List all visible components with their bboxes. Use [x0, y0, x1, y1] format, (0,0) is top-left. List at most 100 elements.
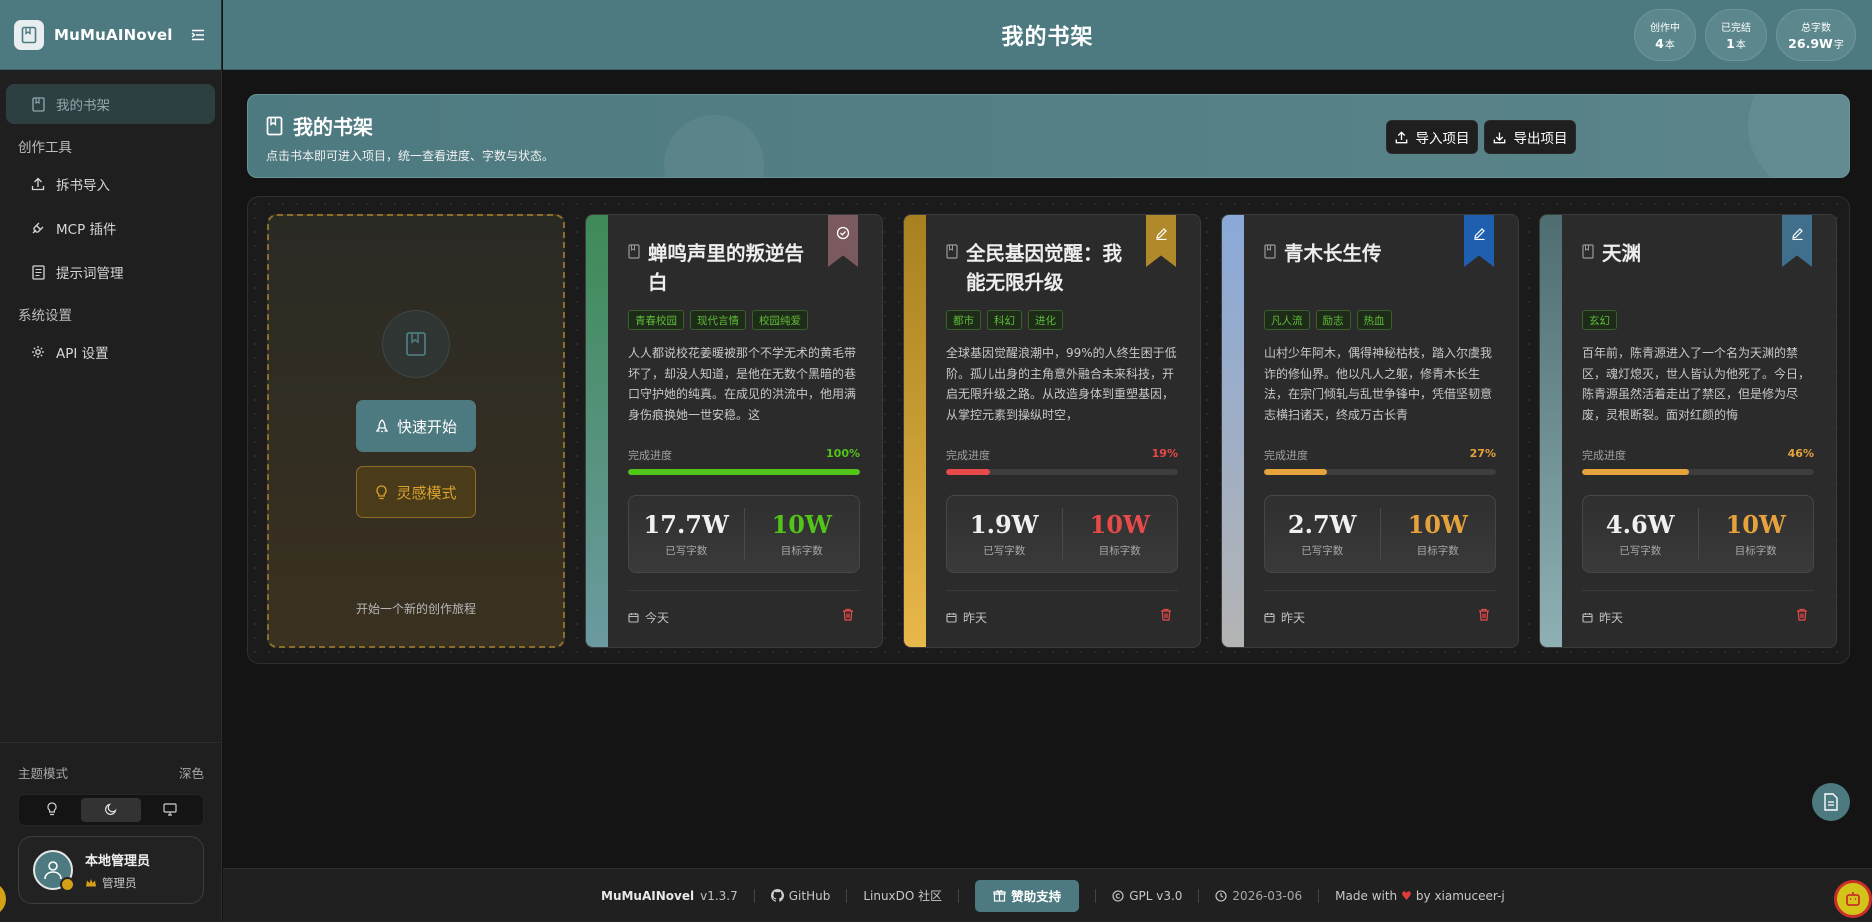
sidebar-item-label: 提示词管理 [56, 266, 124, 282]
light-icon [46, 801, 58, 820]
target-words: 10W 目标字数 [1061, 508, 1178, 560]
genre-tag: 玄幻 [1582, 310, 1617, 330]
progress-label: 完成进度 [1264, 449, 1308, 462]
nav-group-title: 系统设置 [18, 308, 72, 324]
last-updated: 昨天 [1582, 609, 1623, 626]
sidebar-item-prompt-management[interactable]: 提示词管理 [6, 252, 215, 292]
document-icon [30, 264, 46, 280]
theme-mode-label: 主题模式 [18, 766, 69, 781]
written-words: 1.9W 已写字数 [947, 496, 1062, 572]
footer-divider [1318, 888, 1320, 903]
stat-in-progress: 创作中 4本 [1634, 9, 1696, 61]
genre-tag: 凡人流 [1264, 310, 1310, 330]
book-card[interactable]: 全民基因觉醒：我能无限升级 都市 科幻 进化 全球基因觉醒浪潮中，99%的人终生困于… [903, 214, 1201, 648]
book-tags: 玄幻 [1582, 310, 1617, 330]
sidebar-item-label: 我的书架 [56, 98, 110, 114]
user-card[interactable]: 本地管理员 管理员 [18, 836, 204, 904]
banner-title-text: 我的书架 [293, 115, 373, 139]
stat-number: 1 [1726, 36, 1735, 51]
theme-dark-button[interactable] [81, 798, 141, 822]
theme-light-button[interactable] [22, 798, 81, 822]
stat-number: 4 [1655, 36, 1664, 51]
stat-value: 1本 [1726, 36, 1746, 51]
target-words-value: 10W [1089, 510, 1150, 539]
stat-value: 4本 [1655, 36, 1675, 51]
target-words-value: 10W [1725, 510, 1786, 539]
sidebar-bottom: 主题模式 深色 本地管理员 管理员 [0, 742, 222, 922]
delete-icon[interactable] [1160, 608, 1172, 621]
book-card-footer: 昨天 [946, 590, 1178, 625]
word-count-panel: 4.6W 已写字数 10W 目标字数 [1582, 495, 1814, 573]
delete-icon[interactable] [842, 608, 854, 621]
delete-icon[interactable] [1796, 608, 1808, 621]
menu-collapse-icon[interactable] [189, 26, 207, 44]
user-role: 管理员 [85, 875, 150, 891]
footer-divider [958, 888, 960, 903]
file-text-icon [1824, 793, 1838, 811]
target-words-label: 目标字数 [1734, 545, 1777, 557]
status-ribbon [1464, 215, 1494, 267]
written-words-label: 已写字数 [983, 545, 1026, 557]
book-title-text: 蝉鸣声里的叛逆告白 [648, 242, 805, 294]
word-count-panel: 1.9W 已写字数 10W 目标字数 [946, 495, 1178, 573]
stat-total-words: 总字数 26.9W字 [1776, 9, 1856, 61]
quick-start-label: 快速开始 [396, 417, 457, 436]
sponsor-button[interactable]: 赞助支持 [975, 879, 1080, 912]
progress-bar [1264, 469, 1496, 475]
quick-start-button[interactable]: 快速开始 [356, 400, 476, 452]
progress-percent: 19% [1151, 447, 1178, 460]
book-description: 百年前，陈青源进入了一个名为天渊的禁区，魂灯熄灭，世人皆认为他死了。今日，陈青源… [1582, 346, 1811, 422]
floating-document-button[interactable] [1812, 783, 1850, 821]
book-description: 山村少年阿木，偶得神秘枯枝，踏入尔虞我诈的修仙界。他以凡人之躯，修青木长生法，在… [1264, 346, 1493, 422]
stat-unit: 字 [1833, 40, 1844, 51]
github-link[interactable]: GitHub [770, 889, 830, 903]
theme-system-button[interactable] [141, 798, 200, 822]
app-logo-icon[interactable] [14, 19, 44, 50]
progress-row: 完成进度 27% [1264, 447, 1496, 463]
pencil-icon [1791, 225, 1804, 267]
stat-label: 总字数 [1801, 23, 1831, 34]
theme-mode-row: 主题模式 深色 [18, 763, 204, 782]
delete-icon[interactable] [1478, 608, 1490, 621]
book-icon [1582, 244, 1594, 268]
status-ribbon [1782, 215, 1812, 267]
community-link[interactable]: LinuxDO 社区 [863, 887, 942, 904]
inspiration-mode-button[interactable]: 灵感模式 [356, 466, 476, 518]
theme-mode-value: 深色 [178, 766, 204, 781]
book-title-text: 全民基因觉醒：我能无限升级 [966, 242, 1123, 294]
calendar-icon [1264, 612, 1275, 623]
footer-version: v1.3.7 [700, 888, 738, 903]
pencil-icon [1155, 225, 1168, 267]
sidebar-item-book-import[interactable]: 拆书导入 [6, 164, 215, 204]
check-circle-icon [836, 225, 850, 267]
export-project-button[interactable]: 导出项目 [1484, 120, 1576, 154]
book-card[interactable]: 青木长生传 凡人流 励志 热血 山村少年阿木，偶得神秘枯枝，踏入尔虞我诈的修仙界。他… [1221, 214, 1519, 648]
license-info: GPL v3.0 [1112, 889, 1182, 903]
banner-subtitle: 点击书本即可进入项目，统一查看进度、字数与状态。 [266, 149, 555, 163]
book-card[interactable]: 蝉鸣声里的叛逆告白 青春校园 现代言情 校园纯爱 人人都说校花姜暖被那个不学无术的黄… [585, 214, 883, 648]
floating-robot-button[interactable] [1834, 880, 1872, 918]
sidebar-item-mcp-plugin[interactable]: MCP 插件 [6, 208, 215, 248]
written-words: 2.7W 已写字数 [1265, 496, 1380, 572]
theme-switch [18, 794, 204, 826]
monitor-icon [163, 801, 177, 820]
progress-label: 完成进度 [946, 449, 990, 462]
book-card[interactable]: 天渊 玄幻 百年前，陈青源进入了一个名为天渊的禁区，魂灯熄灭，世人皆认为他死了。… [1539, 214, 1837, 648]
target-words-value: 10W [1407, 510, 1468, 539]
new-project-caption: 开始一个新的创作旅程 [355, 602, 476, 616]
footer-divider [1198, 888, 1200, 903]
book-spine [904, 215, 926, 647]
new-project-card[interactable]: 快速开始 灵感模式 开始一个新的创作旅程 [267, 214, 565, 648]
avatar [33, 850, 75, 892]
import-project-button[interactable]: 导入项目 [1386, 120, 1478, 154]
new-book-icon [382, 310, 450, 378]
upload-icon [1395, 130, 1408, 144]
book-title: 蝉鸣声里的叛逆告白 [628, 239, 818, 297]
sidebar-item-bookshelf[interactable]: 我的书架 [6, 84, 215, 124]
footer-brand-group: MuMuAINovel v1.3.7 [601, 889, 738, 903]
sidebar-item-api-settings[interactable]: API 设置 [6, 332, 215, 372]
footer-brand: MuMuAINovel [601, 888, 695, 903]
rocket-icon [375, 418, 389, 434]
target-words: 10W 目标字数 [1697, 508, 1814, 560]
book-icon [1264, 244, 1276, 268]
